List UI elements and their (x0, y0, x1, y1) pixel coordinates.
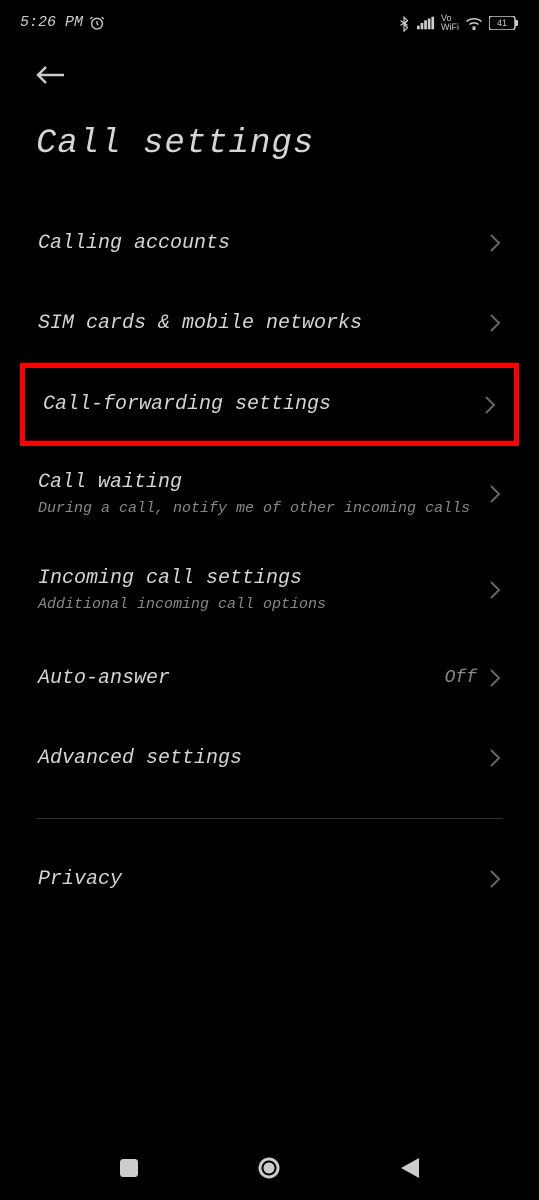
wifi-icon (465, 16, 483, 30)
vowifi-label: VoWiFi (441, 14, 459, 32)
item-subtitle: During a call, notify me of other incomi… (38, 500, 489, 517)
list-item-privacy[interactable]: Privacy (0, 839, 539, 919)
chevron-right-icon (489, 233, 501, 253)
list-item-incoming-call[interactable]: Incoming call settings Additional incomi… (0, 542, 539, 638)
item-title: Auto-answer (38, 667, 445, 690)
arrow-left-icon (36, 65, 66, 85)
status-time: 5:26 PM (20, 14, 83, 31)
signal-icon (417, 16, 435, 30)
chevron-right-icon (489, 313, 501, 333)
nav-recent-button[interactable] (120, 1159, 138, 1182)
item-title: Calling accounts (38, 232, 489, 255)
item-title: Advanced settings (38, 747, 489, 770)
chevron-right-icon (489, 668, 501, 688)
circle-icon (257, 1156, 281, 1180)
navigation-bar (0, 1140, 539, 1200)
battery-icon: 41 (489, 16, 519, 30)
status-bar-left: 5:26 PM (20, 14, 105, 31)
list-item-calling-accounts[interactable]: Calling accounts (0, 203, 539, 283)
section-divider (36, 818, 503, 819)
list-item-sim-networks[interactable]: SIM cards & mobile networks (0, 283, 539, 363)
chevron-right-icon (489, 869, 501, 889)
square-icon (120, 1159, 138, 1177)
nav-home-button[interactable] (257, 1156, 281, 1185)
svg-text:41: 41 (497, 18, 507, 28)
bluetooth-icon (397, 14, 411, 32)
chevron-right-icon (489, 748, 501, 768)
item-title: Privacy (38, 868, 489, 891)
chevron-right-icon (484, 395, 496, 415)
list-item-call-forwarding[interactable]: Call-forwarding settings (20, 363, 519, 446)
item-value: Off (445, 668, 477, 688)
chevron-right-icon (489, 484, 501, 504)
item-title: Call-forwarding settings (43, 393, 484, 416)
page-title: Call settings (0, 100, 539, 203)
nav-back-button[interactable] (401, 1158, 419, 1183)
list-item-advanced-settings[interactable]: Advanced settings (0, 718, 539, 798)
item-title: Call waiting (38, 471, 489, 494)
chevron-right-icon (489, 580, 501, 600)
status-bar: 5:26 PM VoWiFi 41 (0, 0, 539, 45)
settings-list: Calling accounts SIM cards & mobile netw… (0, 203, 539, 919)
back-button[interactable] (0, 45, 539, 100)
list-item-auto-answer[interactable]: Auto-answer Off (0, 638, 539, 718)
item-title: SIM cards & mobile networks (38, 312, 489, 335)
item-title: Incoming call settings (38, 567, 489, 590)
status-bar-right: VoWiFi 41 (397, 14, 519, 32)
item-subtitle: Additional incoming call options (38, 596, 489, 613)
triangle-left-icon (401, 1158, 419, 1178)
alarm-icon (89, 15, 105, 31)
list-item-call-waiting[interactable]: Call waiting During a call, notify me of… (0, 446, 539, 542)
